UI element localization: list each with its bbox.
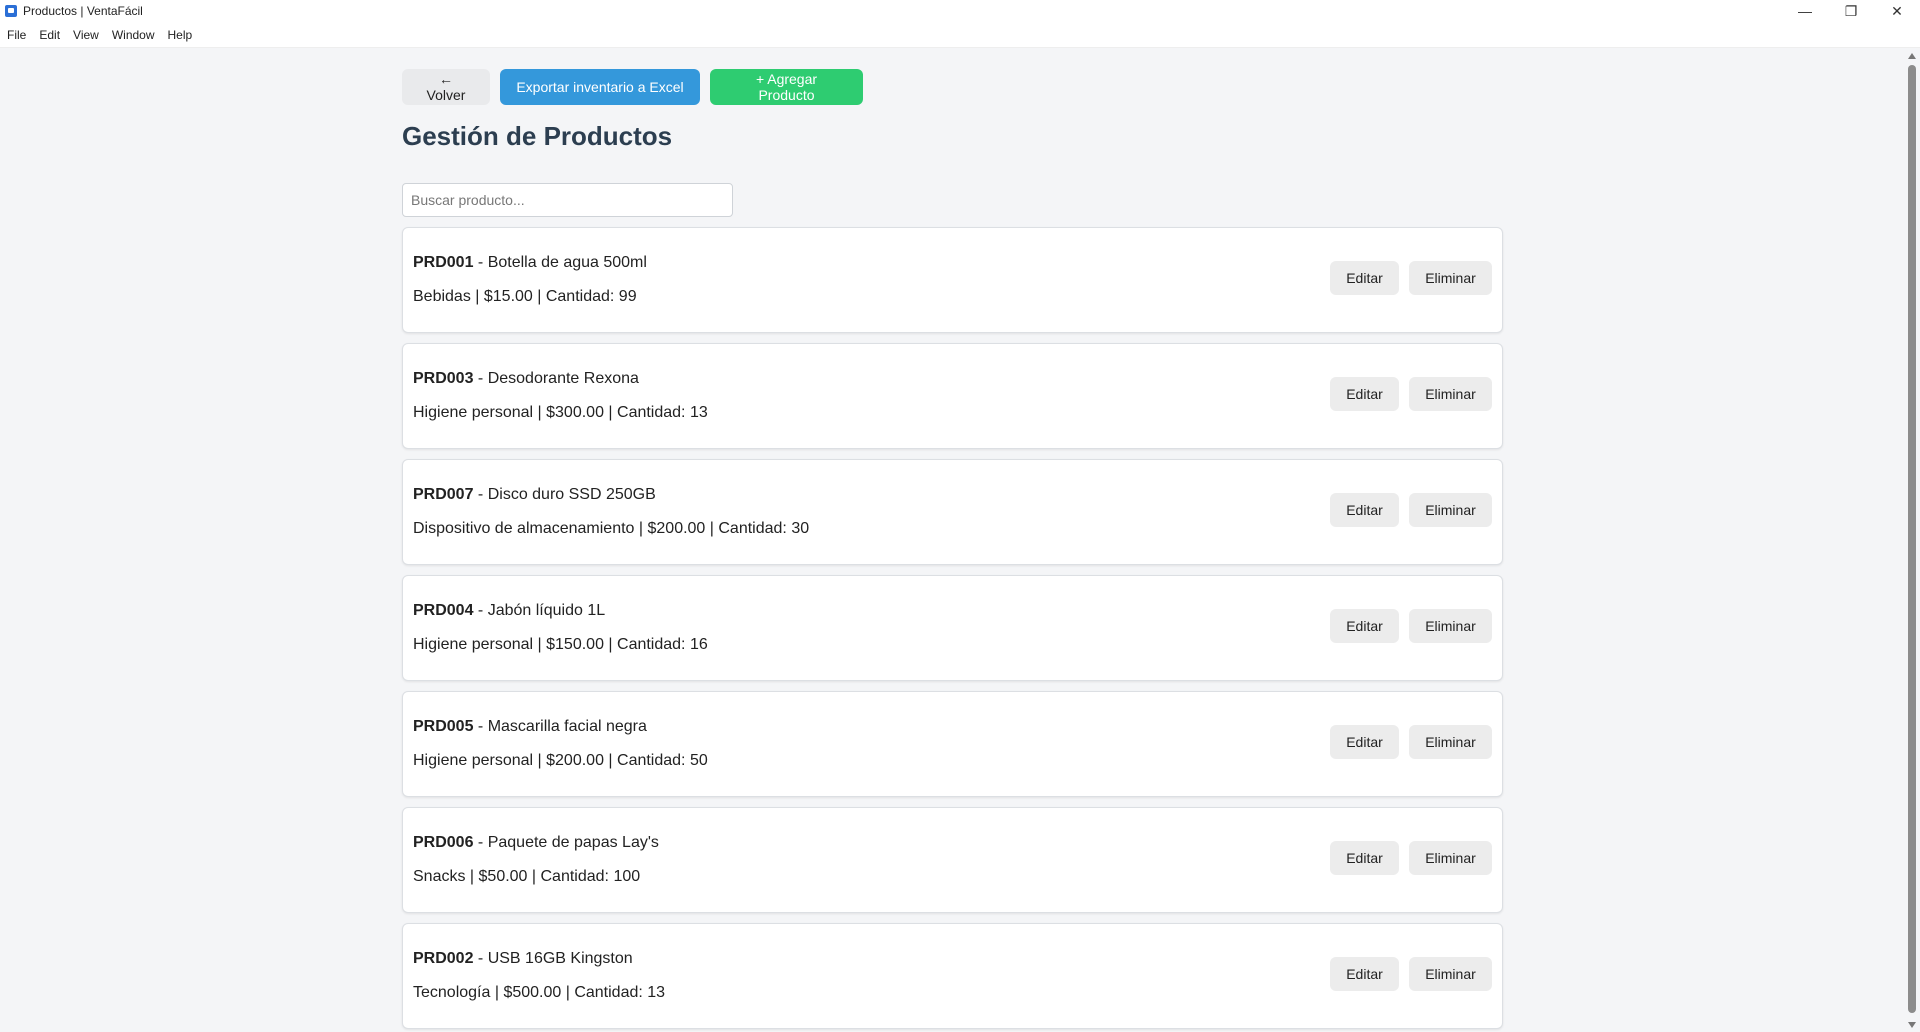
product-card: PRD005 - Mascarilla facial negra Higiene… [402, 691, 1503, 797]
window-controls: — ❐ ✕ [1782, 0, 1920, 22]
product-code: PRD004 [413, 602, 474, 619]
product-name: - Mascarilla facial negra [473, 718, 647, 735]
delete-button[interactable]: Eliminar [1409, 261, 1492, 295]
back-button[interactable]: ← Volver [402, 69, 490, 105]
delete-button[interactable]: Eliminar [1409, 841, 1492, 875]
product-title: PRD004 - Jabón líquido 1L [413, 602, 605, 620]
edit-button[interactable]: Editar [1330, 493, 1399, 527]
edit-button[interactable]: Editar [1330, 725, 1399, 759]
product-actions: Editar Eliminar [1330, 841, 1492, 875]
product-name: - USB 16GB Kingston [473, 950, 633, 967]
product-card: PRD007 - Disco duro SSD 250GB Dispositiv… [402, 459, 1503, 565]
window-title: Productos | VentaFácil [23, 4, 143, 18]
maximize-button[interactable]: ❐ [1828, 0, 1874, 22]
delete-button[interactable]: Eliminar [1409, 609, 1492, 643]
menu-file[interactable]: File [7, 28, 26, 42]
product-title: PRD003 - Desodorante Rexona [413, 370, 639, 388]
product-details: Dispositivo de almacenamiento | $200.00 … [413, 520, 810, 537]
content-area: ← Volver Exportar inventario a Excel + A… [0, 49, 1904, 1032]
product-code: PRD002 [413, 950, 474, 967]
edit-button[interactable]: Editar [1330, 261, 1399, 295]
menu-help[interactable]: Help [168, 28, 193, 42]
product-card: PRD004 - Jabón líquido 1L Higiene person… [402, 575, 1503, 681]
minimize-button[interactable]: — [1782, 0, 1828, 22]
page-title: Gestión de Productos [402, 121, 673, 151]
window-titlebar: Productos | VentaFácil — ❐ ✕ [0, 0, 1920, 22]
product-details: Snacks | $50.00 | Cantidad: 100 [413, 868, 641, 885]
product-name: - Desodorante Rexona [473, 370, 639, 387]
product-code: PRD006 [413, 834, 474, 851]
delete-button[interactable]: Eliminar [1409, 957, 1492, 991]
product-actions: Editar Eliminar [1330, 609, 1492, 643]
product-title: PRD001 - Botella de agua 500ml [413, 254, 647, 272]
toolbar: ← Volver Exportar inventario a Excel + A… [402, 69, 863, 105]
delete-button[interactable]: Eliminar [1409, 493, 1492, 527]
product-name: - Botella de agua 500ml [473, 254, 647, 271]
delete-button[interactable]: Eliminar [1409, 377, 1492, 411]
export-excel-button[interactable]: Exportar inventario a Excel [500, 69, 700, 105]
product-details: Higiene personal | $200.00 | Cantidad: 5… [413, 752, 708, 769]
close-button[interactable]: ✕ [1874, 0, 1920, 22]
product-name: - Jabón líquido 1L [473, 602, 606, 619]
product-actions: Editar Eliminar [1330, 493, 1492, 527]
edit-button[interactable]: Editar [1330, 957, 1399, 991]
menu-bar: File Edit View Window Help [0, 22, 1920, 48]
product-code: PRD007 [413, 486, 474, 503]
product-name: - Disco duro SSD 250GB [473, 486, 656, 503]
scroll-thumb[interactable] [1908, 65, 1916, 1013]
product-title: PRD002 - USB 16GB Kingston [413, 950, 633, 968]
product-card: PRD006 - Paquete de papas Lay's Snacks |… [402, 807, 1503, 913]
product-details: Bebidas | $15.00 | Cantidad: 99 [413, 288, 637, 305]
scroll-up-arrow-icon[interactable] [1908, 53, 1916, 59]
menu-view[interactable]: View [73, 28, 99, 42]
product-details: Tecnología | $500.00 | Cantidad: 13 [413, 984, 666, 1001]
product-details: Higiene personal | $300.00 | Cantidad: 1… [413, 404, 708, 421]
product-details: Higiene personal | $150.00 | Cantidad: 1… [413, 636, 708, 653]
product-title: PRD006 - Paquete de papas Lay's [413, 834, 659, 852]
product-name: - Paquete de papas Lay's [473, 834, 659, 851]
product-title: PRD005 - Mascarilla facial negra [413, 718, 647, 736]
edit-button[interactable]: Editar [1330, 377, 1399, 411]
product-title: PRD007 - Disco duro SSD 250GB [413, 486, 656, 504]
menu-edit[interactable]: Edit [39, 28, 60, 42]
vertical-scrollbar[interactable] [1904, 49, 1920, 1032]
edit-button[interactable]: Editar [1330, 841, 1399, 875]
app-icon [5, 5, 17, 17]
scroll-down-arrow-icon[interactable] [1908, 1022, 1916, 1028]
menu-window[interactable]: Window [112, 28, 155, 42]
product-card: PRD002 - USB 16GB Kingston Tecnología | … [402, 923, 1503, 1029]
product-actions: Editar Eliminar [1330, 725, 1492, 759]
product-code: PRD005 [413, 718, 474, 735]
product-card: PRD003 - Desodorante Rexona Higiene pers… [402, 343, 1503, 449]
product-code: PRD003 [413, 370, 474, 387]
edit-button[interactable]: Editar [1330, 609, 1399, 643]
product-card: PRD001 - Botella de agua 500ml Bebidas |… [402, 227, 1503, 333]
product-list: PRD001 - Botella de agua 500ml Bebidas |… [402, 227, 1503, 1032]
search-input[interactable] [402, 183, 733, 217]
delete-button[interactable]: Eliminar [1409, 725, 1492, 759]
product-actions: Editar Eliminar [1330, 957, 1492, 991]
add-product-button[interactable]: + Agregar Producto [710, 69, 863, 105]
product-actions: Editar Eliminar [1330, 261, 1492, 295]
product-code: PRD001 [413, 254, 474, 271]
product-actions: Editar Eliminar [1330, 377, 1492, 411]
